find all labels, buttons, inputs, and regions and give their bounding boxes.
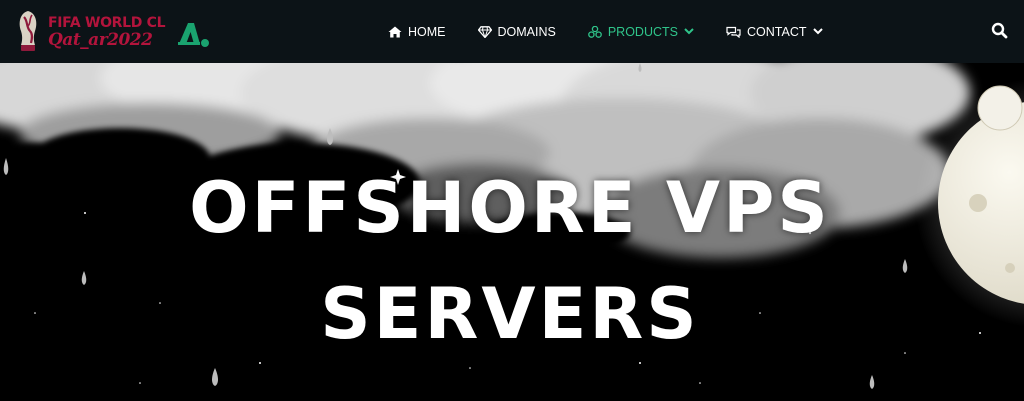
chat-icon xyxy=(726,26,741,38)
nav-contact-label: CONTACT xyxy=(747,24,807,39)
logo-text-line1: FIFA WORLD CL xyxy=(48,14,166,31)
nav-products-label: PRODUCTS xyxy=(607,24,678,39)
nav-home-label: HOME xyxy=(408,24,446,39)
nav-home[interactable]: HOME xyxy=(388,25,446,39)
search-button[interactable] xyxy=(990,21,1010,41)
hero-title-line2: SERVERS xyxy=(320,273,700,355)
main-nav: HOME DOMAINS PRODUCTS CONTACT xyxy=(388,0,855,63)
cubes-icon xyxy=(587,25,602,38)
diamond-icon xyxy=(477,25,492,38)
hero-banner: OFFSHORE VPS SERVERS xyxy=(0,63,1024,401)
chevron-down-icon xyxy=(684,28,694,35)
navbar: FIFA WORLD CL Qat_ar2022 HOME DOMAINS PR… xyxy=(0,0,1024,63)
home-icon xyxy=(388,26,402,37)
trophy-icon xyxy=(19,11,37,51)
hero-title: OFFSHORE VPS SERVERS xyxy=(0,155,1020,367)
chevron-down-icon xyxy=(812,28,823,35)
hero-title-line1: OFFSHORE VPS xyxy=(189,167,831,249)
search-icon xyxy=(991,22,1008,39)
logo-delta-icon xyxy=(178,23,209,47)
nav-products[interactable]: PRODUCTS xyxy=(587,24,694,39)
nav-contact[interactable]: CONTACT xyxy=(726,25,823,39)
logo-text-line2: Qat_ar2022 xyxy=(48,29,153,50)
nav-domains[interactable]: DOMAINS xyxy=(477,24,556,39)
nav-domains-label: DOMAINS xyxy=(497,24,556,39)
